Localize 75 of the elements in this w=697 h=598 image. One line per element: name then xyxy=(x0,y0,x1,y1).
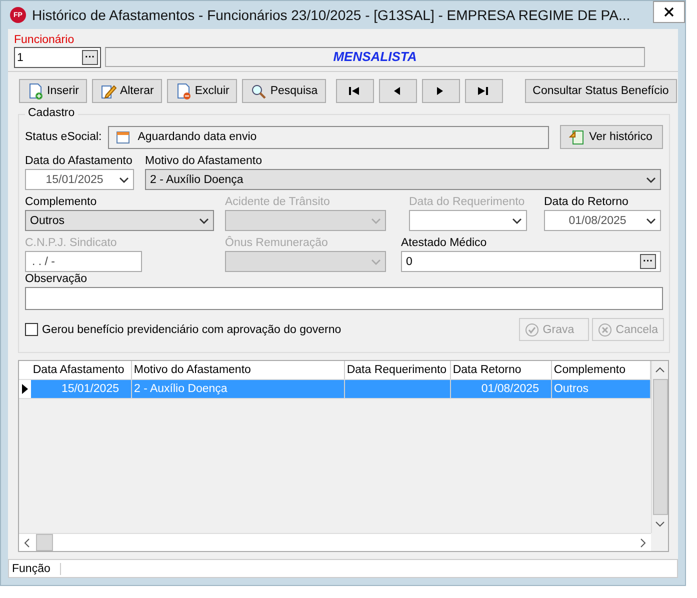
column-header[interactable]: Data Requerimento xyxy=(344,361,451,379)
vertical-scrollbar[interactable] xyxy=(651,361,668,533)
field-label: Data do Retorno xyxy=(544,195,630,210)
toolbar-button[interactable]: Alterar xyxy=(92,79,162,103)
search-icon xyxy=(250,82,268,100)
table-cell: 15/01/2025 xyxy=(30,380,132,398)
skip-start-icon xyxy=(349,86,360,96)
group-title: Cadastro xyxy=(25,107,78,119)
dropdown-caret-icon xyxy=(512,218,522,224)
field-label: C.N.P.J. Sindicato xyxy=(25,236,118,251)
field-label: Observação xyxy=(25,272,88,287)
document-plus-icon xyxy=(27,82,44,100)
checkbox-label: Gerou benefício previdenciário com aprovação do governo xyxy=(42,324,342,336)
dropdown-caret-icon xyxy=(371,218,381,224)
dropdown-caret-icon xyxy=(371,258,381,264)
window-title: Histórico de Afastamentos - Funcionários 23/10/2025 - [G13SAL] - EMPRESA REGIME DE PA... xyxy=(32,7,630,23)
horizontal-scrollbar[interactable] xyxy=(19,533,651,551)
column-header[interactable]: Motivo do Afastamento xyxy=(132,361,345,379)
scroll-thumb[interactable] xyxy=(36,534,53,551)
dropdown[interactable]: 2 - Auxílio Doença xyxy=(145,169,661,190)
field-label: Data do Requerimento xyxy=(409,195,526,210)
row-pointer-icon xyxy=(22,384,28,394)
lookup-field[interactable]: 0 ··· xyxy=(401,251,661,272)
date-picker[interactable]: 15/01/2025 xyxy=(25,169,134,190)
document-icon xyxy=(569,129,586,145)
calendar-icon xyxy=(116,130,130,144)
lookup-button[interactable]: ··· xyxy=(640,254,656,269)
date-picker[interactable] xyxy=(409,210,527,231)
navigation-button[interactable] xyxy=(422,79,460,103)
field-label: Data do Afastamento xyxy=(25,154,134,169)
table-cell: Outros xyxy=(552,380,651,398)
status-field: Aguardando data envio xyxy=(108,126,550,148)
column-header[interactable]: Data Retorno xyxy=(450,361,552,379)
navigation-button[interactable] xyxy=(464,79,503,103)
checkbox[interactable] xyxy=(25,323,38,336)
field-label: Motivo do Afastamento xyxy=(145,154,263,169)
toolbar-button[interactable]: Consultar Status Benefício xyxy=(524,79,677,103)
column-header[interactable]: Data Afastamento xyxy=(30,361,132,379)
toolbar-button[interactable]: Excluir xyxy=(166,79,238,103)
scroll-thumb[interactable] xyxy=(652,379,668,515)
field-label: Atestado Médico xyxy=(401,236,488,251)
close-button[interactable] xyxy=(653,1,685,23)
date-picker[interactable]: 01/08/2025 xyxy=(544,210,661,231)
field-label: Complemento xyxy=(25,195,98,210)
check-circle-icon xyxy=(524,322,539,336)
table-cell: 2 - Auxílio Doença xyxy=(132,380,345,398)
input-field[interactable] xyxy=(25,287,663,310)
document-pencil-icon xyxy=(100,82,117,100)
scroll-right-icon xyxy=(640,538,646,548)
scroll-down-icon xyxy=(655,521,665,527)
dropdown[interactable]: Outros xyxy=(25,210,214,231)
search-button[interactable]: Pesquisa xyxy=(242,79,326,103)
field-label: Status eSocial: xyxy=(25,131,102,143)
navigation-button[interactable] xyxy=(336,79,374,103)
employee-description: MENSALISTA xyxy=(105,47,645,67)
navigation-button[interactable] xyxy=(378,79,417,103)
lookup-button[interactable]: ··· xyxy=(82,50,98,65)
cancel-circle-icon xyxy=(598,322,612,336)
scroll-up-icon xyxy=(655,367,665,373)
dropdown-caret-icon xyxy=(646,176,656,182)
field-label: Funcionário xyxy=(14,34,76,46)
employee-field[interactable]: 1 ··· xyxy=(14,47,101,68)
status-text: Função xyxy=(9,562,61,574)
dropdown-caret-icon xyxy=(646,218,656,224)
scroll-left-icon xyxy=(24,538,30,548)
dropdown-caret-icon xyxy=(199,218,209,224)
toolbar-button[interactable]: Inserir xyxy=(19,79,87,103)
dropdown-caret-icon xyxy=(119,176,129,182)
history-button[interactable]: Ver histórico xyxy=(560,125,663,149)
field-label: Ônus Remuneração xyxy=(225,236,329,251)
skip-end-icon xyxy=(478,86,490,96)
close-icon xyxy=(664,7,674,17)
document-minus-icon xyxy=(174,82,192,100)
field-label: Acidente de Trânsito xyxy=(225,195,331,210)
table-cell: 01/08/2025 xyxy=(450,380,552,398)
